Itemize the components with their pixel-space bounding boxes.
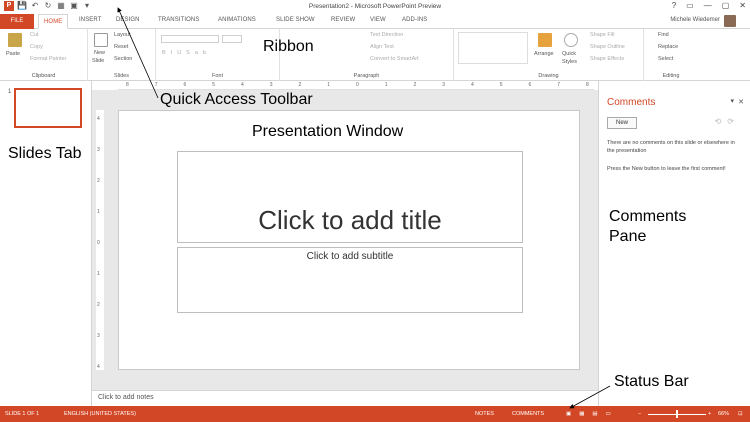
qat-annotation: Quick Access Toolbar	[160, 91, 313, 108]
slides-tab-annotation: Slides Tab	[8, 145, 82, 162]
comments-pane-annotation-2: Pane	[609, 228, 647, 245]
status-bar-arrow	[569, 385, 611, 409]
comments-pane-annotation-1: Comments	[609, 208, 687, 225]
presentation-window-annotation: Presentation Window	[252, 123, 404, 140]
qat-arrow	[117, 7, 159, 99]
status-bar-annotation: Status Bar	[614, 373, 689, 390]
ribbon-annotation: Ribbon	[263, 38, 314, 55]
